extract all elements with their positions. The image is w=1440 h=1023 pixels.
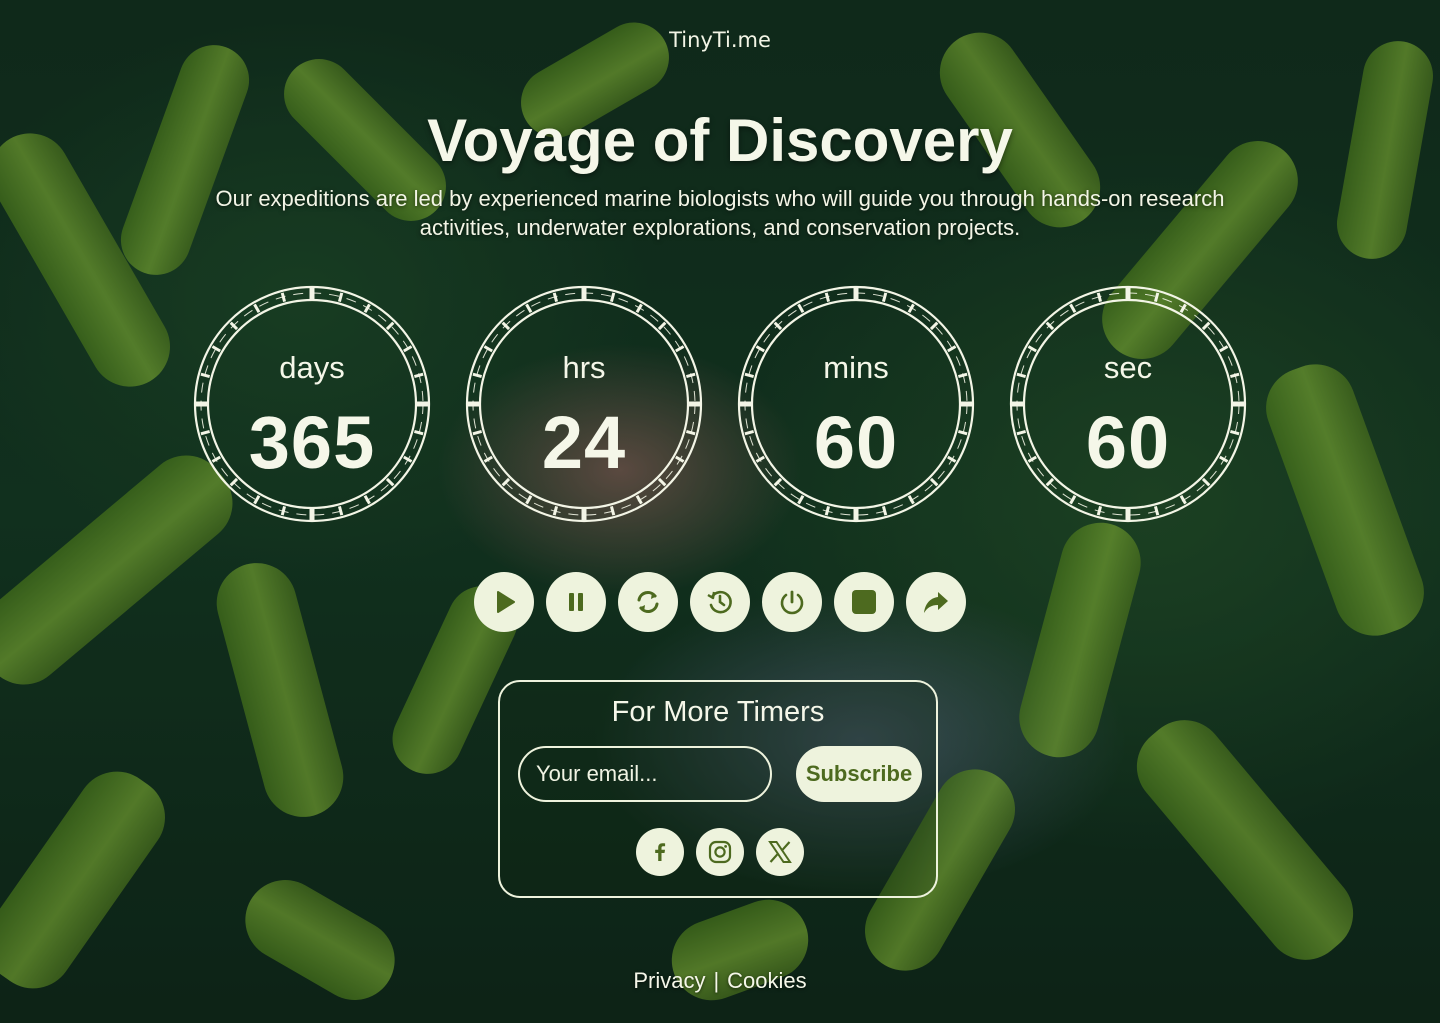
refresh-button[interactable] [618,572,678,632]
privacy-link[interactable]: Privacy [633,968,705,993]
play-button[interactable] [474,572,534,632]
instagram-button[interactable] [696,828,744,876]
share-icon [924,592,948,613]
history-icon [707,590,732,614]
subscribe-title: For More Timers [611,696,825,728]
pause-button[interactable] [546,572,606,632]
power-button[interactable] [762,572,822,632]
x-icon [768,841,792,863]
instagram-icon [708,840,732,864]
subscribe-button[interactable]: Subscribe [796,746,922,802]
page-subtitle: Our expeditions are led by experienced m… [215,186,1225,240]
share-button[interactable] [906,572,966,632]
brand-logo[interactable]: TinyTi.me [0,28,1440,52]
subscribe-panel: For More Timers Subscribe [498,680,938,898]
power-icon [780,590,804,615]
refresh-icon [637,591,659,613]
timer-unit-days: days [279,350,345,385]
timer-days: days 365 [192,284,432,524]
footer-separator: | [713,968,720,993]
footer-links: Privacy | Cookies [0,968,1440,994]
timer-value-minutes: 60 [813,401,899,484]
history-button[interactable] [690,572,750,632]
stop-icon [852,590,876,614]
cookies-link[interactable]: Cookies [727,968,806,993]
timer-value-seconds: 60 [1085,401,1171,484]
timer-unit-hours: hrs [562,350,606,385]
timer-hours: hrs 24 [464,284,704,524]
timer-unit-seconds: sec [1103,350,1153,385]
facebook-icon [655,843,666,861]
facebook-button[interactable] [636,828,684,876]
page-title: Voyage of Discovery [427,107,1013,174]
timer-value-hours: 24 [541,401,627,484]
timer-value-days: 365 [248,401,376,484]
timer-controls [474,572,970,634]
stop-button[interactable] [834,572,894,632]
timer-minutes: mins 60 [736,284,976,524]
play-icon [497,591,515,613]
timer-seconds: sec 60 [1008,284,1248,524]
pause-icon [569,593,583,611]
timer-unit-minutes: mins [823,350,889,385]
email-input[interactable] [518,746,772,802]
x-button[interactable] [756,828,804,876]
